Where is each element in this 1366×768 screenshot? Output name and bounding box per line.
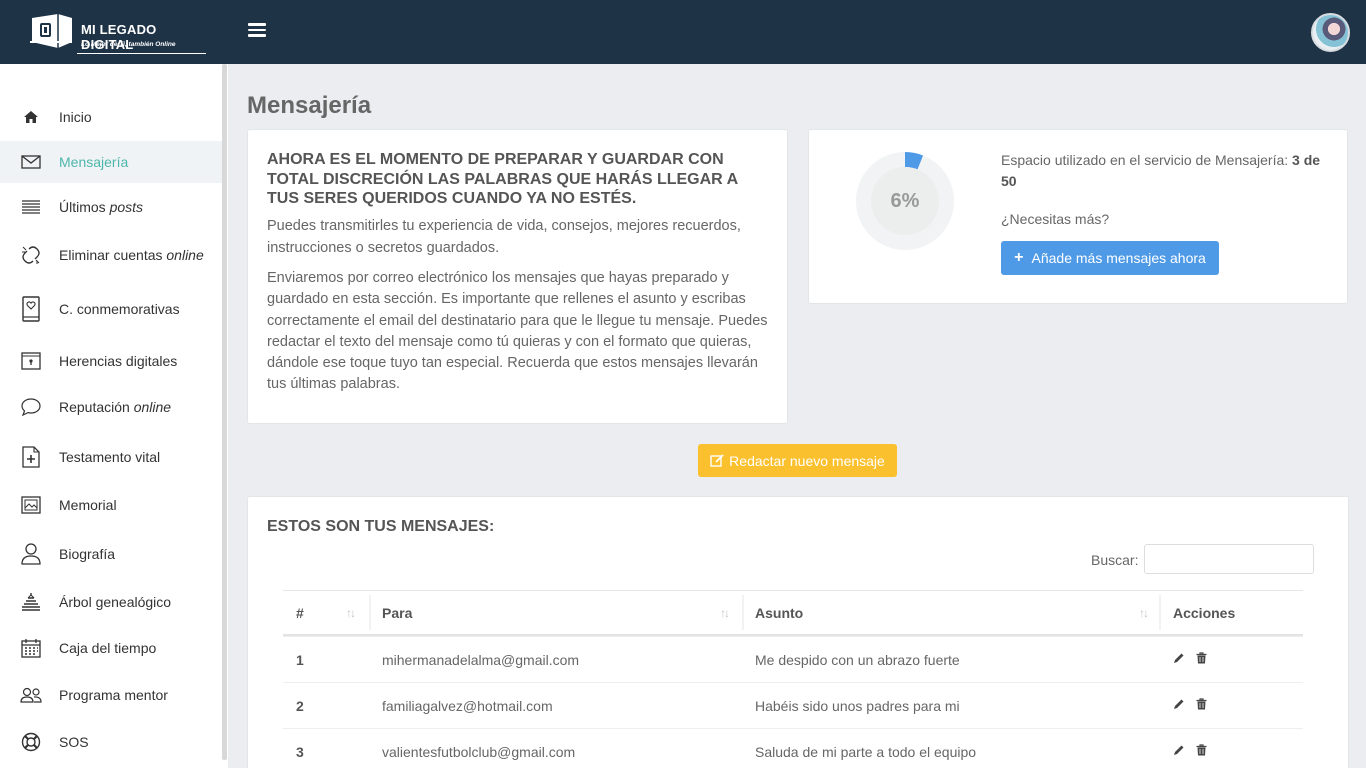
table-header: # ↑↓ Para ↑↓ Asunto ↑↓ Acciones <box>283 590 1303 636</box>
sort-icon[interactable]: ↑↓ <box>720 606 730 620</box>
row-subject: Habéis sido unos padres para mi <box>755 697 960 714</box>
sidebar-item-label: Mensajería <box>59 154 129 170</box>
table-row: 3 valientesfutbolclub@gmail.com Saluda d… <box>283 728 1303 768</box>
table-row: 2 familiagalvez@hotmail.com Habéis sido … <box>283 682 1303 728</box>
search-label: Buscar: <box>1091 552 1139 568</box>
brand-tagline: Lo Mejor de Ti, también Online <box>81 41 176 48</box>
need-more-text: ¿Necesitas más? <box>1001 211 1110 227</box>
add-messages-button[interactable]: + Añade más mensajes ahora <box>1001 241 1219 275</box>
people-icon <box>20 684 42 706</box>
speech-bubble-icon <box>20 396 42 418</box>
document-plus-icon <box>20 446 42 468</box>
broken-link-icon <box>20 244 42 266</box>
list-icon <box>20 196 42 218</box>
row-actions <box>1173 637 1293 682</box>
column-header-asunto[interactable]: Asunto <box>755 591 1155 634</box>
sidebar-item-reputacion[interactable]: Reputación online <box>0 386 222 428</box>
row-recipient: familiagalvez@hotmail.com <box>382 697 553 714</box>
safe-box-icon <box>20 350 42 372</box>
messages-card: ESTOS SON TUS MENSAJES: Buscar: # ↑↓ Par… <box>247 496 1349 768</box>
pencil-icon[interactable] <box>1173 698 1185 713</box>
sidebar: Inicio Mensajería Últimos posts Eliminar… <box>0 64 228 768</box>
row-recipient: mihermanadelalma@gmail.com <box>382 651 580 668</box>
compose-message-button[interactable]: Redactar nuevo mensaje <box>698 444 897 477</box>
avatar[interactable] <box>1311 13 1350 52</box>
sidebar-item-sos[interactable]: SOS <box>0 721 222 763</box>
pencil-icon[interactable] <box>1173 652 1185 667</box>
page-title: Mensajería <box>247 92 372 119</box>
sidebar-item-mensajeria[interactable]: Mensajería <box>0 141 222 183</box>
sort-icon[interactable]: ↑↓ <box>1139 606 1149 620</box>
sidebar-item-inicio[interactable]: Inicio <box>0 96 222 138</box>
calendar-icon <box>20 637 42 659</box>
row-actions <box>1173 683 1293 728</box>
messages-table: # ↑↓ Para ↑↓ Asunto ↑↓ Acciones 1 miherm… <box>283 590 1303 768</box>
person-icon <box>20 543 42 565</box>
sidebar-item-label: Memorial <box>59 497 117 513</box>
top-bar: MI LEGADO DIGITAL Lo Mejor de Ti, tambié… <box>0 0 1366 64</box>
sidebar-item-label: Inicio <box>59 109 92 125</box>
sidebar-item-label: Biografía <box>59 546 116 562</box>
sidebar-item-conmemorativas[interactable]: C. conmemorativas <box>0 288 222 330</box>
tree-icon <box>20 591 42 613</box>
sidebar-item-label: Programa mentor <box>59 687 168 703</box>
usage-percent: 6% <box>890 189 920 212</box>
usage-text: Espacio utilizado en el servicio de Mens… <box>1001 152 1321 189</box>
usage-card: 6% Espacio utilizado en el servicio de M… <box>808 129 1348 304</box>
sidebar-item-label: Herencias digitales <box>59 353 178 369</box>
sidebar-item-testamento[interactable]: Testamento vital <box>0 436 222 478</box>
brand-logo[interactable]: MI LEGADO DIGITAL Lo Mejor de Ti, tambié… <box>28 12 206 54</box>
sidebar-item-herencias[interactable]: Herencias digitales <box>0 340 222 382</box>
column-header-para[interactable]: Para <box>382 591 742 634</box>
sidebar-item-mentor[interactable]: Programa mentor <box>0 674 222 716</box>
sort-icon[interactable]: ↑↓ <box>346 606 356 620</box>
edit-icon <box>710 454 724 467</box>
sidebar-item-label: SOS <box>59 734 89 750</box>
logo-box-icon <box>30 14 72 48</box>
sidebar-item-caja-tiempo[interactable]: Caja del tiempo <box>0 627 222 669</box>
sidebar-item-label: Árbol genealógico <box>59 594 172 610</box>
table-row: 1 mihermanadelalma@gmail.com Me despido … <box>283 636 1303 682</box>
row-subject: Saluda de mi parte a todo el equipo <box>755 743 977 760</box>
sidebar-item-label: Caja del tiempo <box>59 640 157 656</box>
sidebar-item-biografia[interactable]: Biografía <box>0 533 222 575</box>
trash-icon[interactable] <box>1196 698 1207 713</box>
messages-heading: ESTOS SON TUS MENSAJES: <box>267 518 495 535</box>
sidebar-item-label: C. conmemorativas <box>59 301 180 317</box>
info-paragraph-2: Enviaremos por correo electrónico los me… <box>267 270 768 393</box>
plus-icon: + <box>1014 249 1024 266</box>
row-number: 1 <box>296 651 304 668</box>
sidebar-item-label: Testamento vital <box>59 449 161 465</box>
trash-icon[interactable] <box>1196 652 1207 667</box>
lifebuoy-icon <box>20 731 42 753</box>
picture-frame-icon <box>20 494 42 516</box>
search-input[interactable] <box>1144 544 1314 574</box>
column-header-acciones: Acciones <box>1173 604 1236 621</box>
sidebar-item-label: Reputación online <box>59 399 172 415</box>
sidebar-item-arbol[interactable]: Árbol genealógico <box>0 581 222 623</box>
trash-icon[interactable] <box>1196 744 1207 759</box>
info-card: AHORA ES EL MOMENTO DE PREPARAR Y GUARDA… <box>247 129 788 424</box>
menu-toggle-icon[interactable] <box>248 20 266 42</box>
book-heart-icon <box>20 296 42 322</box>
envelope-icon <box>20 151 42 173</box>
home-icon <box>20 106 42 128</box>
row-recipient: valientesfutbolclub@gmail.com <box>382 743 576 760</box>
row-number: 2 <box>296 697 304 714</box>
sidebar-item-eliminar-cuentas[interactable]: Eliminar cuentas online <box>0 234 222 276</box>
info-paragraph-1: Puedes transmitirles tu experiencia de v… <box>267 218 741 256</box>
sidebar-item-memorial[interactable]: Memorial <box>0 484 222 526</box>
sidebar-item-label: Eliminar cuentas online <box>59 247 204 263</box>
info-heading: AHORA ES EL MOMENTO DE PREPARAR Y GUARDA… <box>267 151 738 207</box>
row-number: 3 <box>296 743 304 760</box>
sidebar-item-label: Últimos posts <box>59 199 144 215</box>
sidebar-scrollbar[interactable] <box>222 64 227 760</box>
row-actions <box>1173 729 1293 768</box>
row-subject: Me despido con un abrazo fuerte <box>755 651 960 668</box>
sidebar-item-ultimos-posts[interactable]: Últimos posts <box>0 186 222 228</box>
pencil-icon[interactable] <box>1173 744 1185 759</box>
